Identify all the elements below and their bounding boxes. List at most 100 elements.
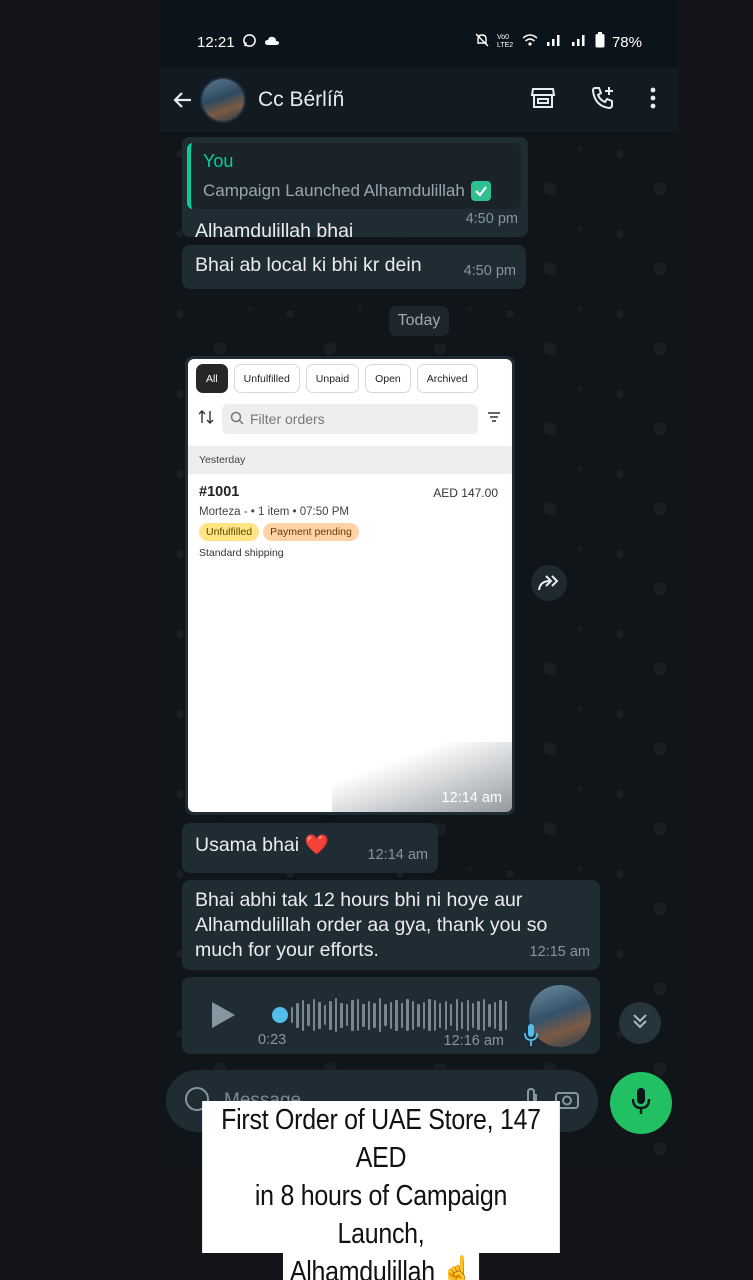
waveform-bar [378,998,382,1032]
waveform-bar [389,1001,393,1029]
order-shipping: Standard shipping [199,547,284,559]
order-tabs: All Unfulfilled Unpaid Open Archived [188,359,512,398]
quoted-message[interactable]: You Campaign Launched Alhamdulillah [187,143,521,209]
signal-icon-2 [570,33,588,51]
waveform-bar [477,1000,480,1030]
waveform-bar [411,1000,415,1030]
message-bubble[interactable]: Bhai ab local ki bhi kr dein 4:50 pm [182,245,526,289]
caption-line-1: First Order of UAE Store, 147 AED [202,1101,560,1177]
waveform-bar [323,1005,327,1025]
caption-line-3: Alhamdulillah ☝️ [282,1253,480,1280]
catalog-store-icon[interactable] [530,86,556,115]
waveform-bar [455,999,458,1031]
waveform-bar [471,1002,475,1028]
payment-badge: Payment pending [263,523,359,541]
filter-lines-icon [486,410,502,429]
waveform-bar [384,1004,387,1026]
order-amount: AED 147.00 [433,486,498,500]
message-time: 12:15 am [529,944,590,960]
search-icon [230,411,244,428]
message-time: 4:50 pm [463,263,516,279]
signal-icon-1 [545,33,563,51]
play-icon[interactable] [208,999,238,1036]
scroll-down-button[interactable] [619,1002,661,1044]
tab-unfulfilled: Unfulfilled [233,364,300,393]
filter-placeholder: Filter orders [250,411,325,427]
waveform-bar [312,999,316,1031]
waveform-bar [482,999,486,1031]
image-message[interactable]: All Unfulfilled Unpaid Open Archived Fil… [185,356,515,815]
wifi-icon [522,33,538,51]
chat-area[interactable]: You Campaign Launched Alhamdulillah Alha… [160,134,678,1166]
waveform-bar [356,999,360,1031]
waveform-bar [351,999,354,1031]
waveform-bar [329,1000,332,1030]
voice-record-button[interactable] [610,1072,672,1134]
overlay-caption: First Order of UAE Store, 147 AED in 8 h… [173,1101,589,1280]
order-meta: Morteza - • 1 item • 07:50 PM [199,506,349,518]
waveform-bar [499,999,502,1031]
battery-percent: 78% [611,33,642,51]
cloud-icon [264,34,280,51]
waveform-bar [466,999,469,1031]
caption-line-2: in 8 hours of Campaign Launch, [202,1177,560,1253]
sort-icon [198,409,214,430]
waveform-bar [439,1002,442,1028]
add-call-icon[interactable] [590,85,616,116]
status-bar: 12:21 Vo0 LTE2 78% [160,20,678,64]
message-time: 12:16 am [443,1033,504,1049]
waveform-bar [444,1000,447,1030]
double-chevron-down-icon [631,1012,649,1035]
contact-name[interactable]: Cc Bérlíñ [258,88,530,112]
voice-progress-dot[interactable] [272,1007,288,1023]
voice-note[interactable]: 0:23 12:16 am [182,977,600,1054]
waveform-bar [296,1002,299,1028]
tab-all: All [196,364,228,393]
quote-author: You [203,151,234,171]
waveform-bar [334,998,338,1032]
tab-unpaid: Unpaid [305,364,360,393]
waveform-bar [345,1004,349,1026]
contact-avatar[interactable] [200,77,246,123]
quote-text: Campaign Launched Alhamdulillah [203,181,465,200]
waveform-bar [367,1000,371,1030]
waveform-bar [504,1000,508,1030]
waveform-bar [395,999,398,1031]
waveform-bar [307,1004,310,1026]
mic-icon [524,1023,538,1052]
waveform-bar [488,1003,491,1027]
check-mark-icon [470,180,491,201]
waveform-bar [301,999,305,1031]
network-label: Vo0 LTE2 [496,34,514,49]
more-options-icon[interactable] [650,87,656,114]
day-divider: Today [389,306,449,336]
forward-icon[interactable] [531,565,567,601]
waveform-bar [433,999,436,1031]
waveform-bar [417,1003,420,1027]
back-arrow-icon[interactable] [170,87,196,113]
message-bubble[interactable]: Usama bhai ❤️ 12:14 am [182,823,438,873]
waveform-bar [373,1002,376,1028]
whatsapp-status-icon [242,33,257,52]
waveform-bar [428,999,431,1031]
status-time: 12:21 [197,33,235,51]
fulfillment-badge: Unfulfilled [199,523,260,541]
message-time: 4:50 pm [465,211,518,227]
mute-icon [474,32,490,52]
voice-sender-avatar [529,985,591,1047]
order-row: #1001 AED 147.00 Morteza - • 1 item • 07… [188,474,512,559]
voice-waveform[interactable] [291,995,508,1035]
voice-duration: 0:23 [258,1032,287,1048]
message-text: Bhai abhi tak 12 hours bhi ni hoye aur A… [195,889,548,961]
section-label: Yesterday [188,446,512,474]
phone-screen: 12:21 Vo0 LTE2 78% Cc Bérlíñ You Campaig… [160,0,678,1166]
waveform-bar [362,1003,365,1027]
waveform-bar [406,999,409,1031]
tab-open: Open [365,364,411,393]
orders-screenshot[interactable]: All Unfulfilled Unpaid Open Archived Fil… [188,359,512,812]
waveform-bar [450,1004,453,1026]
waveform-bar [291,1007,294,1023]
message-bubble-reply[interactable]: You Campaign Launched Alhamdulillah Alha… [182,137,528,242]
waveform-bar [493,1001,497,1029]
message-bubble[interactable]: Bhai abhi tak 12 hours bhi ni hoye aur A… [182,880,600,970]
